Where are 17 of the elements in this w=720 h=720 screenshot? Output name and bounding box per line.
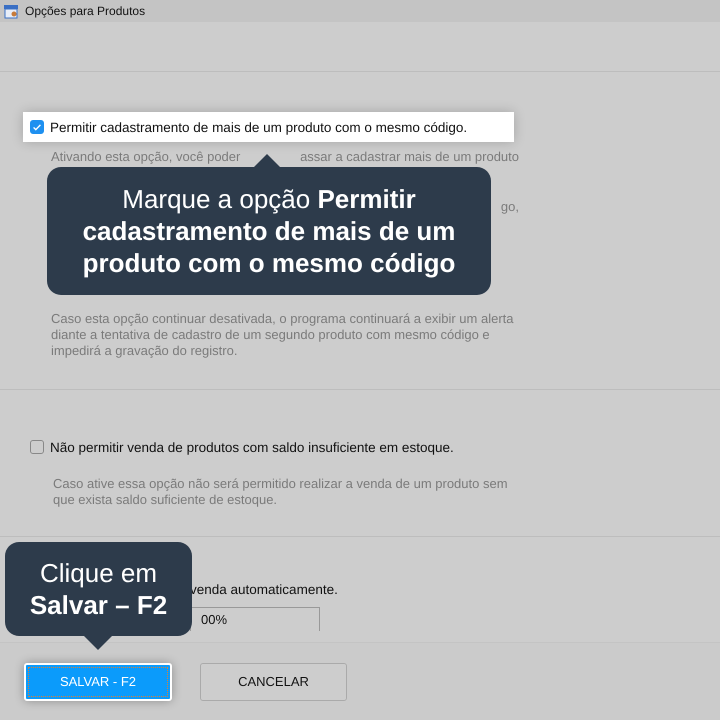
tooltip-pointer [84,636,112,650]
checkbox[interactable] [30,120,44,134]
description-text: Caso ative essa opção não será permitido realizar a venda de um produto sem que exista saldo suficiente de estoque. [53,476,509,508]
description-text: Ativando esta opção, você poder [51,149,240,165]
window-title: Opções para Produtos [25,4,146,18]
option-label[interactable]: Não permitir venda de produtos com saldo insuficiente em estoque. [50,440,454,454]
checkbox[interactable] [30,440,44,454]
store-icon [3,3,19,19]
description-text: go, [500,199,519,215]
description-text: assar a cadastrar mais de um produto [300,149,519,165]
cancel-button[interactable]: CANCELAR [200,662,347,700]
option-label[interactable]: Permitir cadastramento de mais de um produto com o mesmo código. [50,120,468,134]
tooltip-pointer [253,154,281,168]
tooltip: Clique em Salvar – F2 [5,542,192,636]
tooltip: Marque a opção Permitir cadastramento de mais de um produto com o mesmo código [47,167,491,295]
description-text: Caso esta opção continuar desativada, o programa continuará a exibir um alerta diante a tentativa de cadastro de um segundo produto com mesmo código e impedirá a gravação do registro. [51,311,514,359]
option-label: venda automaticamente. [190,582,339,597]
